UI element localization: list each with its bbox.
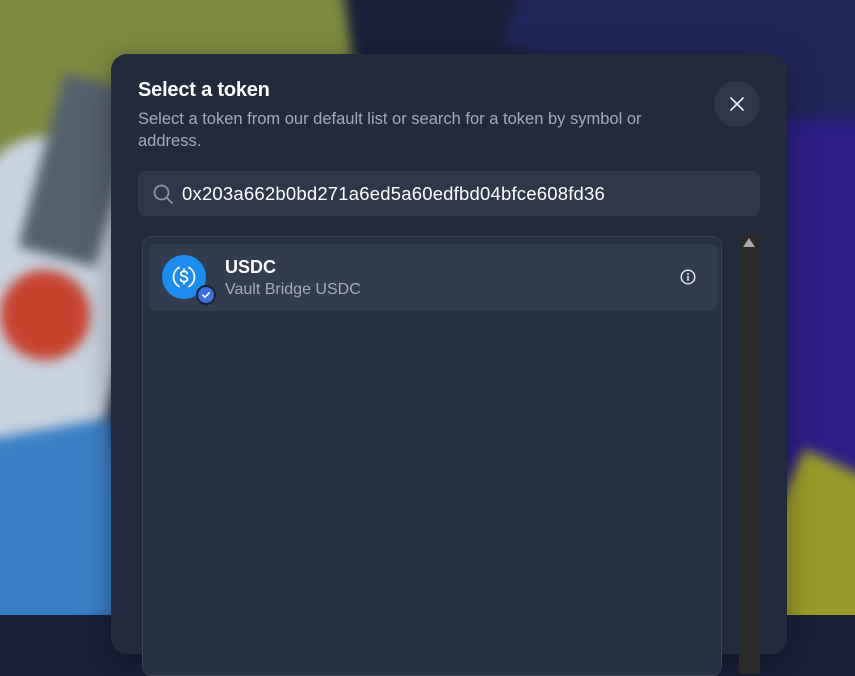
info-icon (680, 269, 696, 285)
modal-title: Select a token (138, 79, 270, 101)
search-icon (153, 184, 173, 204)
scroll-up-arrow-icon[interactable] (743, 238, 755, 247)
verified-check-icon (196, 285, 216, 305)
token-name: Vault Bridge USDC (225, 281, 361, 298)
modal-subtitle: Select a token from our default list or … (138, 110, 642, 150)
token-search-input[interactable] (182, 171, 742, 216)
select-token-modal: Select a token Select a token from our d… (111, 54, 787, 676)
token-list: USDC Vault Bridge USDC (142, 236, 722, 676)
token-row-usdc[interactable]: USDC Vault Bridge USDC (149, 244, 717, 311)
token-list-scrollbar[interactable] (739, 234, 760, 674)
close-button[interactable] (714, 81, 760, 127)
token-search-box (138, 171, 760, 216)
token-avatar (162, 255, 216, 305)
token-symbol: USDC (225, 257, 277, 277)
close-icon (730, 97, 744, 111)
token-info-button[interactable] (678, 267, 698, 287)
